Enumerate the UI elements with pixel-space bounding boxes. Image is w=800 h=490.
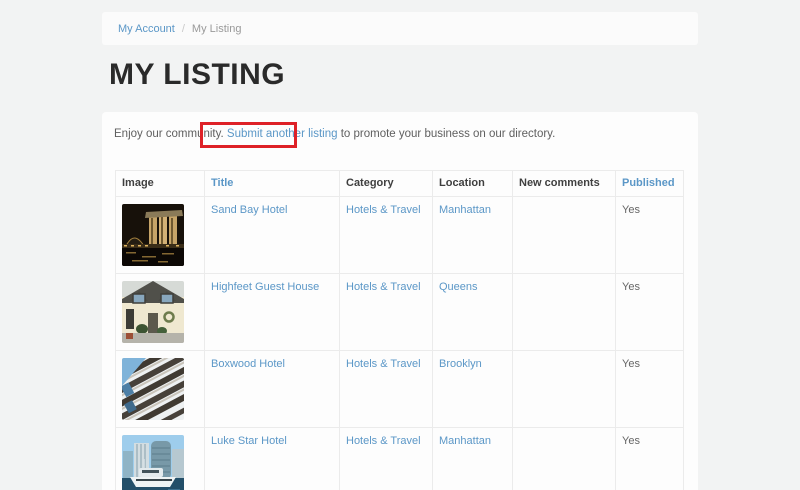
column-header-location: Location — [433, 171, 513, 197]
column-header-title-sort-link[interactable]: Title — [211, 177, 233, 189]
highfeet-guest-house-thumbnail[interactable] — [122, 281, 184, 343]
my-listings-table: Image Title Category Location New commen… — [115, 170, 684, 490]
listing-row-highfeet-guest-house: Highfeet Guest House Hotels & Travel Que… — [116, 274, 684, 351]
column-header-published: Published — [616, 171, 684, 197]
submit-another-listing-link[interactable]: Submit another listing — [227, 128, 338, 140]
listing-row-sand-bay-hotel: Sand Bay Hotel Hotels & Travel Manhattan… — [116, 197, 684, 274]
listing-title-link[interactable]: Highfeet Guest House — [211, 281, 319, 293]
breadcrumb-current-page: My Listing — [192, 23, 242, 35]
boxwood-hotel-balconies-thumbnail[interactable] — [122, 358, 184, 420]
intro-text-before: Enjoy our community. — [114, 128, 227, 140]
listing-location-link[interactable]: Manhattan — [439, 435, 491, 447]
listing-location-link[interactable]: Manhattan — [439, 204, 491, 216]
listing-published-status: Yes — [622, 435, 640, 447]
column-header-title: Title — [205, 171, 340, 197]
breadcrumb: My Account / My Listing — [102, 12, 698, 45]
content-card: Enjoy our community. Submit another list… — [102, 112, 698, 490]
listing-location-link[interactable]: Brooklyn — [439, 358, 482, 370]
listing-category-link[interactable]: Hotels & Travel — [346, 435, 421, 447]
listing-category-link[interactable]: Hotels & Travel — [346, 358, 421, 370]
listing-row-luke-star-hotel: Luke Star Hotel Hotels & Travel Manhatta… — [116, 428, 684, 490]
intro-text-after: to promote your business on our director… — [338, 128, 556, 140]
column-header-published-sort-link[interactable]: Published — [622, 177, 675, 189]
listing-location-link[interactable]: Queens — [439, 281, 478, 293]
luke-star-hotel-marina-thumbnail[interactable] — [122, 435, 184, 490]
breadcrumb-separator: / — [182, 23, 185, 35]
column-header-image: Image — [116, 171, 205, 197]
listing-published-status: Yes — [622, 281, 640, 293]
sand-bay-hotel-night-thumbnail[interactable] — [122, 204, 184, 266]
listing-title-link[interactable]: Luke Star Hotel — [211, 435, 287, 447]
table-header-row: Image Title Category Location New commen… — [116, 171, 684, 197]
column-header-category: Category — [340, 171, 433, 197]
breadcrumb-my-account-link[interactable]: My Account — [118, 23, 175, 35]
column-header-new-comments: New comments — [513, 171, 616, 197]
listing-category-link[interactable]: Hotels & Travel — [346, 204, 421, 216]
listing-title-link[interactable]: Sand Bay Hotel — [211, 204, 287, 216]
page-title: MY LISTING — [109, 58, 285, 92]
listing-title-link[interactable]: Boxwood Hotel — [211, 358, 285, 370]
listing-published-status: Yes — [622, 204, 640, 216]
listing-published-status: Yes — [622, 358, 640, 370]
listing-category-link[interactable]: Hotels & Travel — [346, 281, 421, 293]
listing-row-boxwood-hotel: Boxwood Hotel Hotels & Travel Brooklyn Y… — [116, 351, 684, 428]
intro-text: Enjoy our community. Submit another list… — [114, 128, 555, 140]
